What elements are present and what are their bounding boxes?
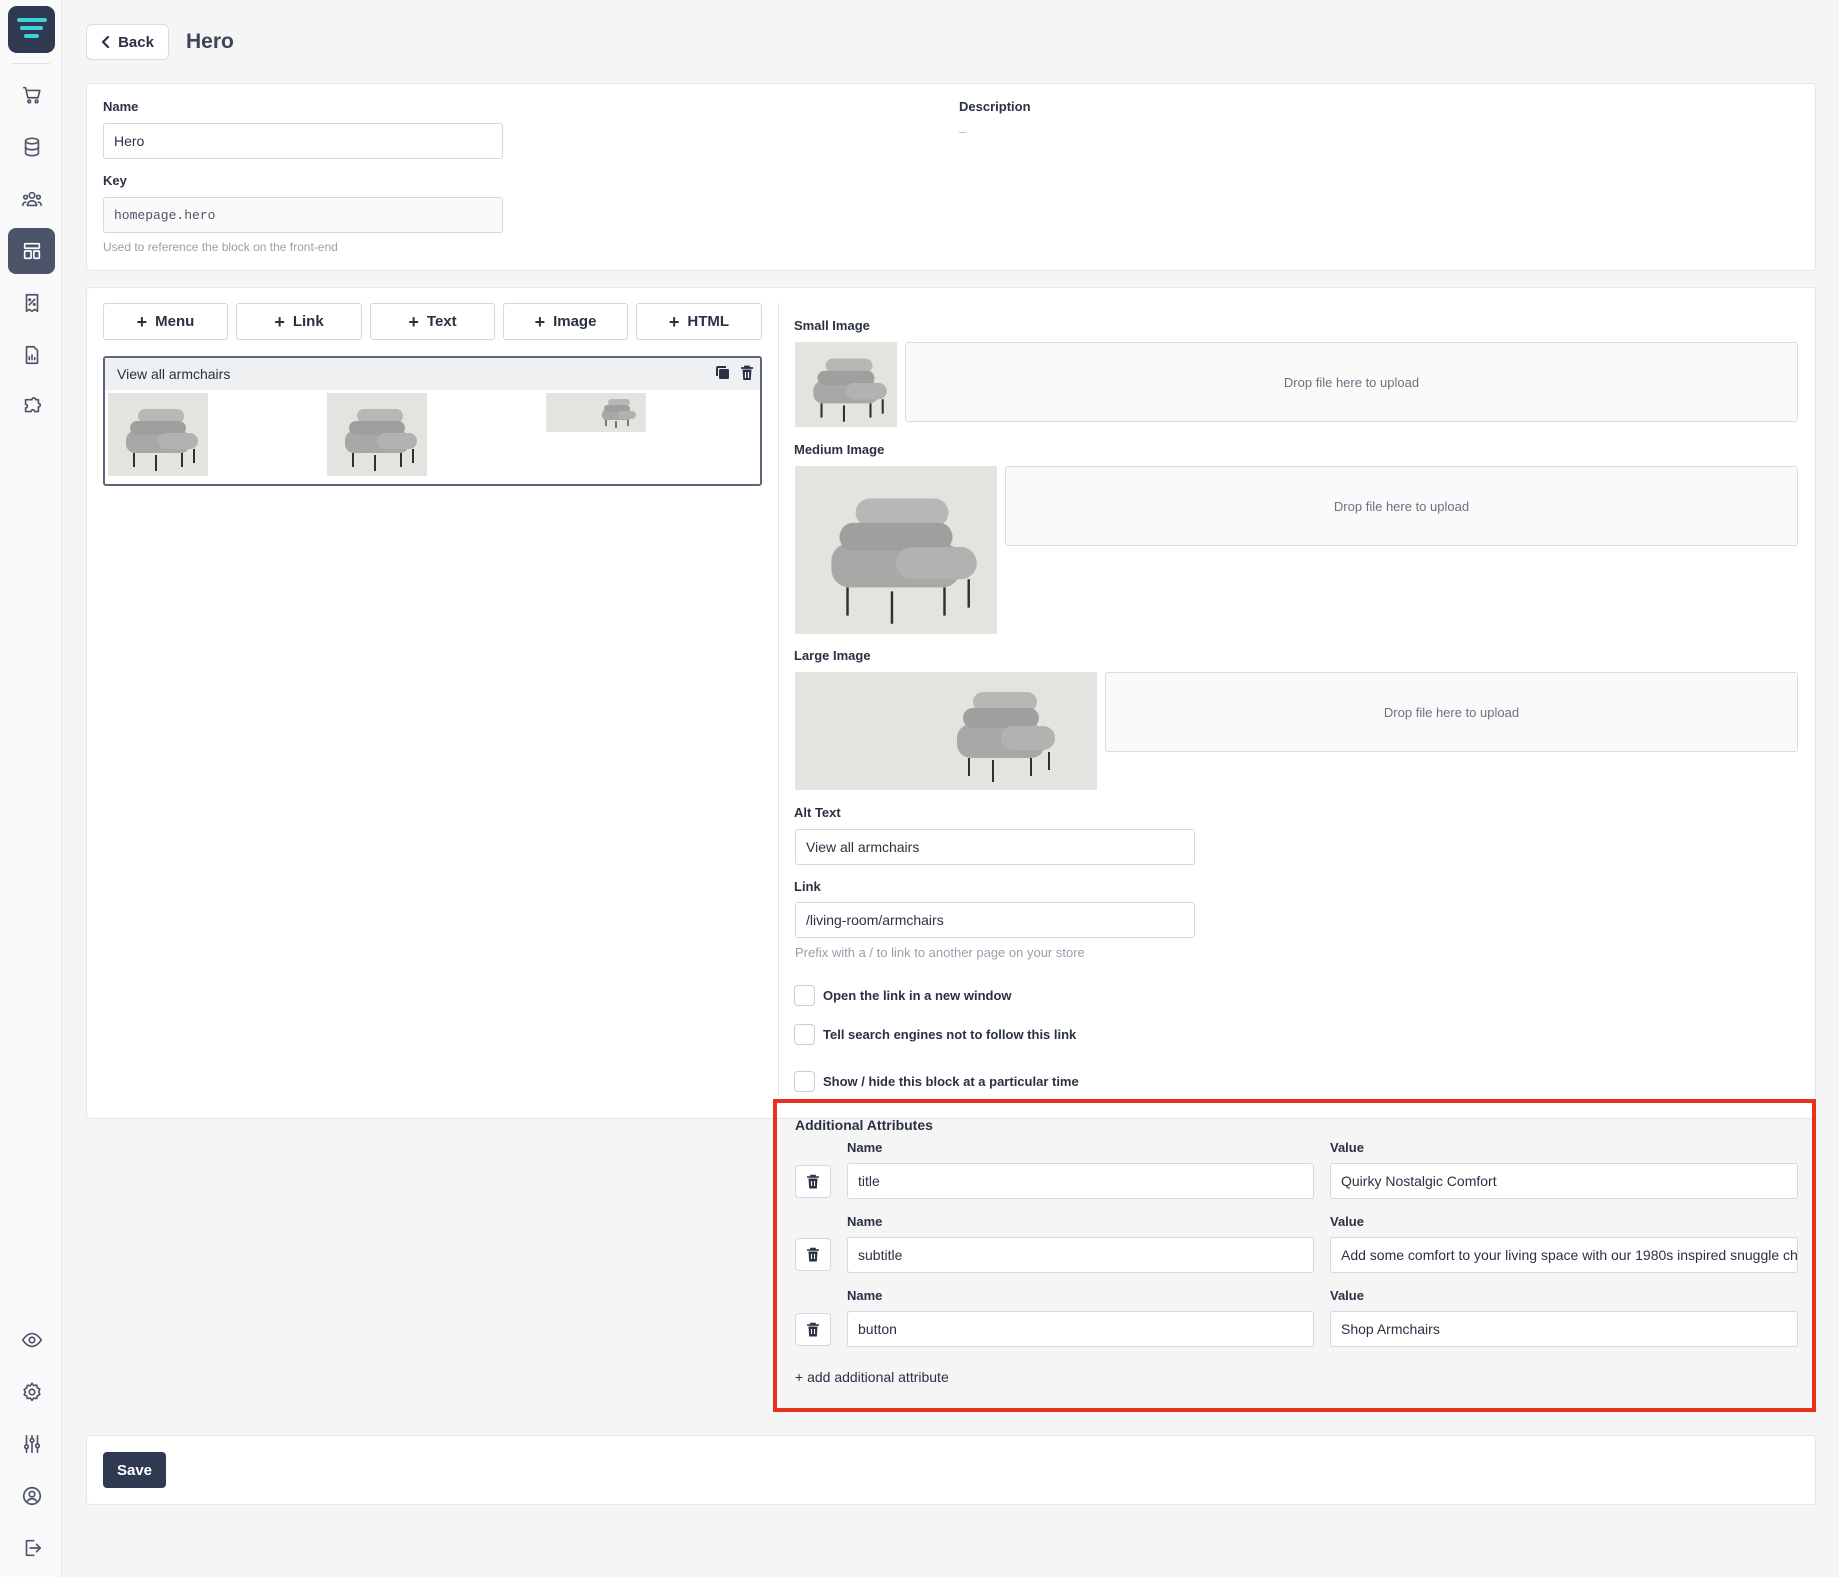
- add-html-label: HTML: [687, 313, 730, 330]
- large-image-label: Large Image: [794, 648, 871, 663]
- settings-icon: [22, 1382, 41, 1402]
- schedule-checkbox[interactable]: [794, 1071, 815, 1092]
- highlight-box: [773, 1099, 1816, 1412]
- sidebar-item-preview[interactable]: [8, 1317, 55, 1363]
- sidebar-item-customers[interactable]: [8, 176, 55, 222]
- sliders-icon: [23, 1434, 40, 1454]
- eye-icon: [21, 1332, 42, 1348]
- add-image-label: Image: [553, 313, 597, 330]
- add-image-button[interactable]: + Image: [503, 303, 628, 340]
- sidebar-item-settings[interactable]: [8, 1369, 55, 1415]
- medium-image-dropzone[interactable]: Drop file here to upload: [1005, 466, 1798, 546]
- large-image-dropzone[interactable]: Drop file here to upload: [1105, 672, 1798, 752]
- armchair-image: [957, 692, 1055, 782]
- add-link-label: Link: [292, 313, 324, 330]
- small-image-label: Small Image: [794, 318, 870, 333]
- link-label: Link: [794, 879, 821, 894]
- add-link-button[interactable]: + Link: [236, 303, 362, 340]
- large-image-preview: [795, 672, 1097, 790]
- schedule-label: Show / hide this block at a particular t…: [823, 1074, 1079, 1089]
- add-text-button[interactable]: + Text: [370, 303, 495, 340]
- save-button[interactable]: Save: [103, 1452, 166, 1488]
- key-input[interactable]: homepage.hero: [103, 197, 503, 233]
- app-logo[interactable]: [8, 6, 55, 53]
- schedule-option[interactable]: Show / hide this block at a particular t…: [794, 1071, 1079, 1092]
- sidebar-item-preferences[interactable]: [8, 1421, 55, 1467]
- sidebar-item-logout[interactable]: [8, 1525, 55, 1571]
- medium-image-label: Medium Image: [794, 442, 885, 457]
- sidebar-item-apps[interactable]: [8, 384, 55, 430]
- link-input[interactable]: /living-room/armchairs: [795, 902, 1195, 938]
- small-image-dropzone[interactable]: Drop file here to upload: [905, 342, 1798, 422]
- logout-icon: [25, 1539, 41, 1557]
- puzzle-icon: [24, 397, 41, 413]
- sidebar-item-discounts[interactable]: [8, 280, 55, 326]
- add-html-button[interactable]: + HTML: [636, 303, 762, 340]
- link-hint: Prefix with a / to link to another page …: [795, 945, 1085, 960]
- footer-card: [86, 1435, 1816, 1505]
- key-hint: Used to reference the block on the front…: [103, 240, 338, 254]
- name-input[interactable]: Hero: [103, 123, 503, 159]
- add-menu-button[interactable]: + Menu: [103, 303, 228, 340]
- sidebar-divider: [12, 63, 50, 64]
- block-medium-thumb: [327, 393, 427, 476]
- sidebar-item-account[interactable]: [8, 1473, 55, 1519]
- sidebar-item-catalog[interactable]: [8, 124, 55, 170]
- image-block-header: View all armchairs: [105, 358, 760, 390]
- duplicate-icon[interactable]: [714, 364, 732, 382]
- nofollow-option[interactable]: Tell search engines not to follow this l…: [794, 1024, 1076, 1045]
- image-block[interactable]: View all armchairs: [103, 356, 762, 486]
- new-window-option[interactable]: Open the link in a new window: [794, 985, 1012, 1006]
- plus-icon: +: [408, 311, 419, 332]
- armchair-image: [126, 409, 198, 471]
- sidebar: [0, 0, 62, 1577]
- armchair-image: [345, 409, 417, 471]
- chevron-left-icon: [101, 36, 110, 48]
- add-text-label: Text: [426, 313, 457, 330]
- name-label: Name: [103, 99, 139, 114]
- block-small-thumb: [108, 393, 208, 476]
- details-card: [86, 83, 1816, 271]
- plus-icon: +: [668, 311, 680, 332]
- armchair-image: [831, 498, 977, 624]
- back-button[interactable]: Back: [86, 24, 169, 60]
- alt-text-input[interactable]: View all armchairs: [795, 829, 1195, 865]
- layout-icon: [23, 242, 40, 260]
- logo-icon: [17, 18, 47, 38]
- plus-icon: +: [136, 311, 148, 332]
- nofollow-label: Tell search engines not to follow this l…: [823, 1027, 1077, 1042]
- cart-icon: [22, 86, 41, 104]
- account-icon: [22, 1486, 41, 1506]
- database-icon: [24, 137, 39, 157]
- trash-icon[interactable]: [738, 364, 756, 382]
- nofollow-checkbox[interactable]: [794, 1024, 815, 1045]
- armchair-image: [813, 358, 887, 422]
- description-label: Description: [959, 99, 1031, 114]
- sidebar-item-content[interactable]: [8, 228, 55, 274]
- new-window-checkbox[interactable]: [794, 985, 815, 1006]
- page-title: Hero: [186, 30, 234, 53]
- alt-text-label: Alt Text: [794, 805, 841, 820]
- plus-icon: +: [534, 311, 546, 332]
- description-value: –: [959, 124, 967, 139]
- image-block-title: View all armchairs: [117, 366, 231, 382]
- small-image-preview: [795, 342, 897, 427]
- new-window-label: Open the link in a new window: [823, 988, 1012, 1003]
- block-large-thumb: [546, 393, 646, 432]
- sidebar-item-reports[interactable]: [8, 332, 55, 378]
- editor-divider: [778, 303, 779, 1096]
- add-menu-label: Menu: [155, 313, 195, 330]
- users-icon: [21, 191, 42, 207]
- report-icon: [25, 345, 38, 365]
- armchair-image: [602, 399, 636, 428]
- sidebar-item-orders[interactable]: [8, 72, 55, 118]
- key-label: Key: [103, 173, 127, 188]
- back-button-label: Back: [118, 33, 154, 51]
- discount-icon: [25, 293, 38, 313]
- plus-icon: +: [274, 311, 285, 332]
- medium-image-preview: [795, 466, 997, 634]
